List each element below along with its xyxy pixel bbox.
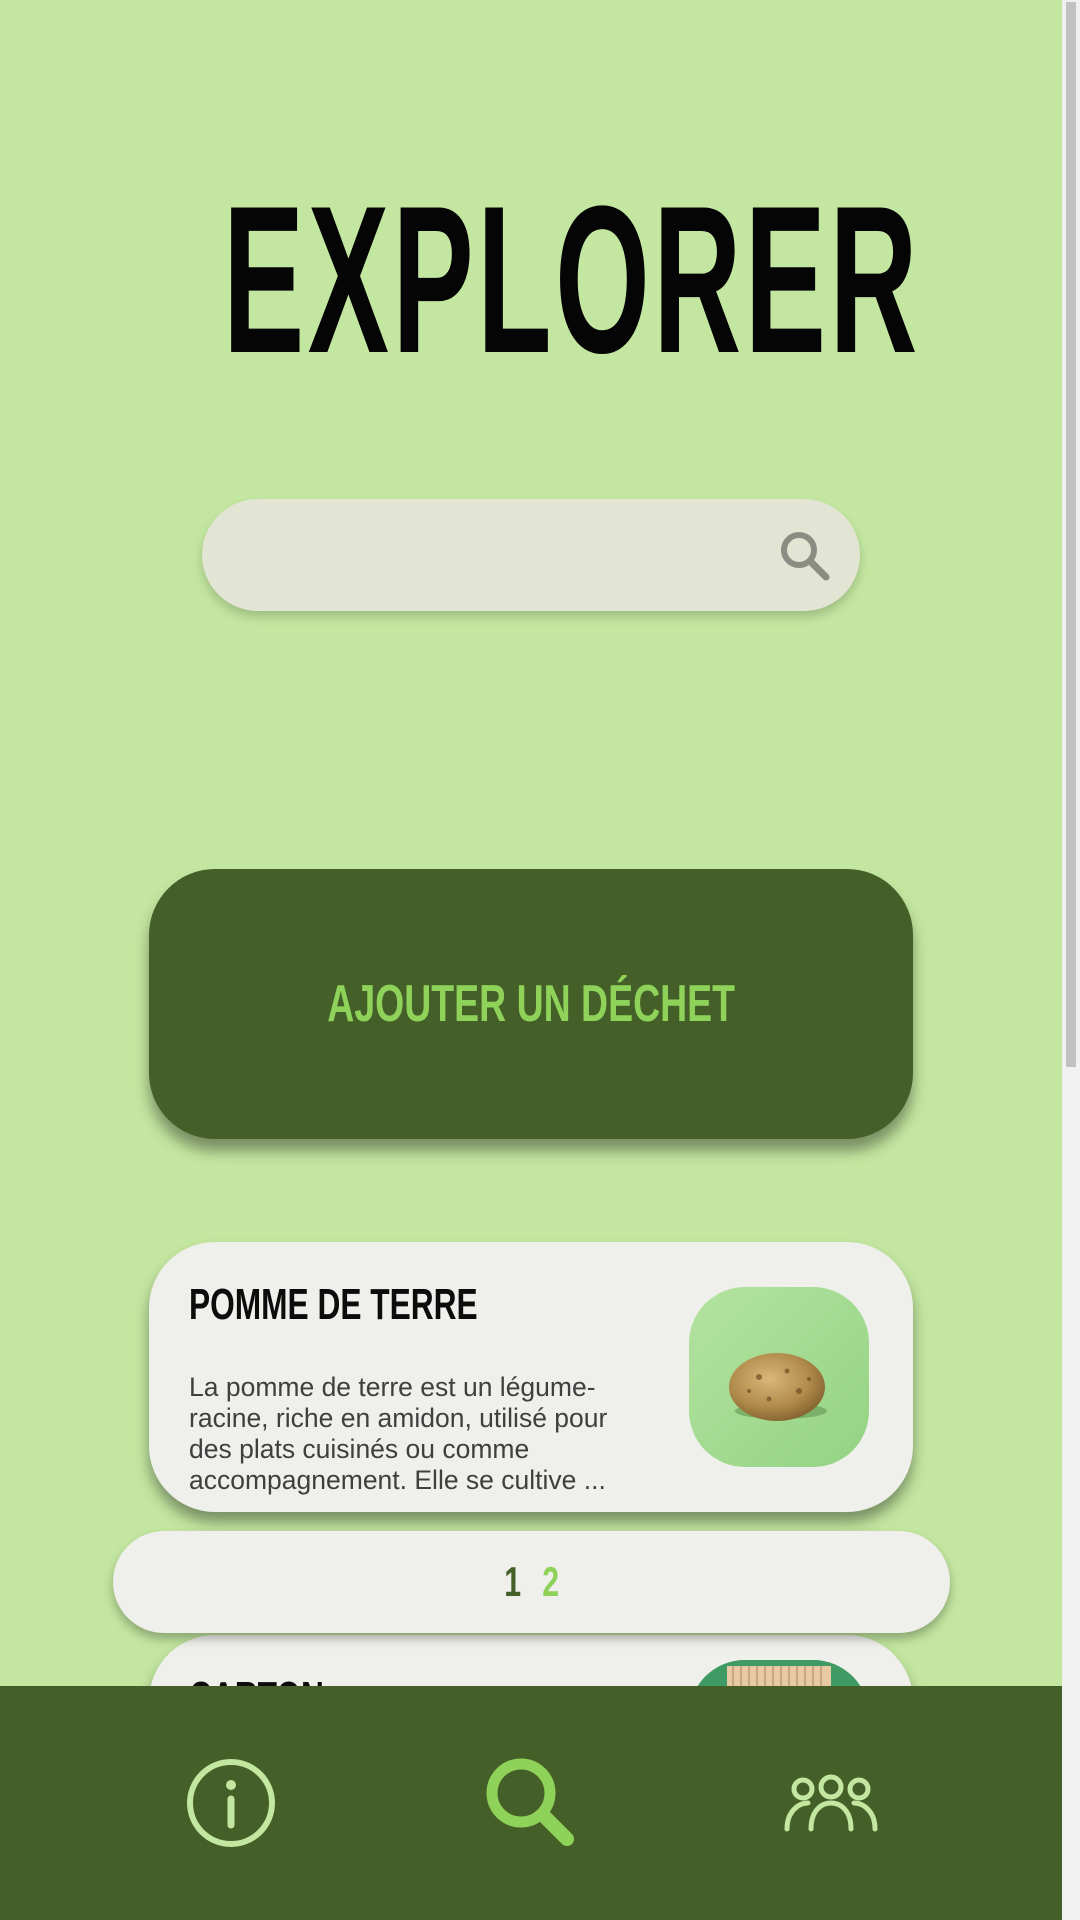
page-1-link[interactable]: 1 — [504, 1558, 521, 1606]
search-bar[interactable] — [202, 499, 860, 611]
nav-search-button[interactable] — [431, 1686, 631, 1920]
item-description: La pomme de terre est un légume-racine, … — [189, 1372, 608, 1495]
search-input[interactable] — [242, 519, 766, 593]
list-item[interactable]: POMME DE TERRE La pomme de terre est un … — [149, 1242, 913, 1512]
pagination: 1 2 — [113, 1531, 950, 1633]
add-waste-button[interactable]: AJOUTER UN DÉCHET — [149, 869, 913, 1139]
nav-info-button[interactable] — [131, 1686, 331, 1920]
nav-community-button[interactable] — [731, 1686, 931, 1920]
potato-image — [689, 1287, 869, 1467]
scrollbar-thumb[interactable] — [1066, 2, 1076, 1067]
page-2-link[interactable]: 2 — [542, 1558, 559, 1606]
page-title: EXPLORER — [223, 162, 921, 397]
search-icon — [486, 1758, 574, 1846]
item-title: POMME DE TERRE — [189, 1280, 478, 1329]
explorer-page: EXPLORER AJOUTER UN DÉCHET CARTON — [0, 0, 1062, 1920]
search-icon[interactable] — [778, 529, 832, 583]
scrollbar[interactable] — [1062, 0, 1080, 1920]
info-icon — [187, 1759, 275, 1847]
community-icon — [784, 1774, 878, 1832]
bottom-nav — [0, 1686, 1062, 1920]
add-waste-label: AJOUTER UN DÉCHET — [327, 975, 735, 1033]
